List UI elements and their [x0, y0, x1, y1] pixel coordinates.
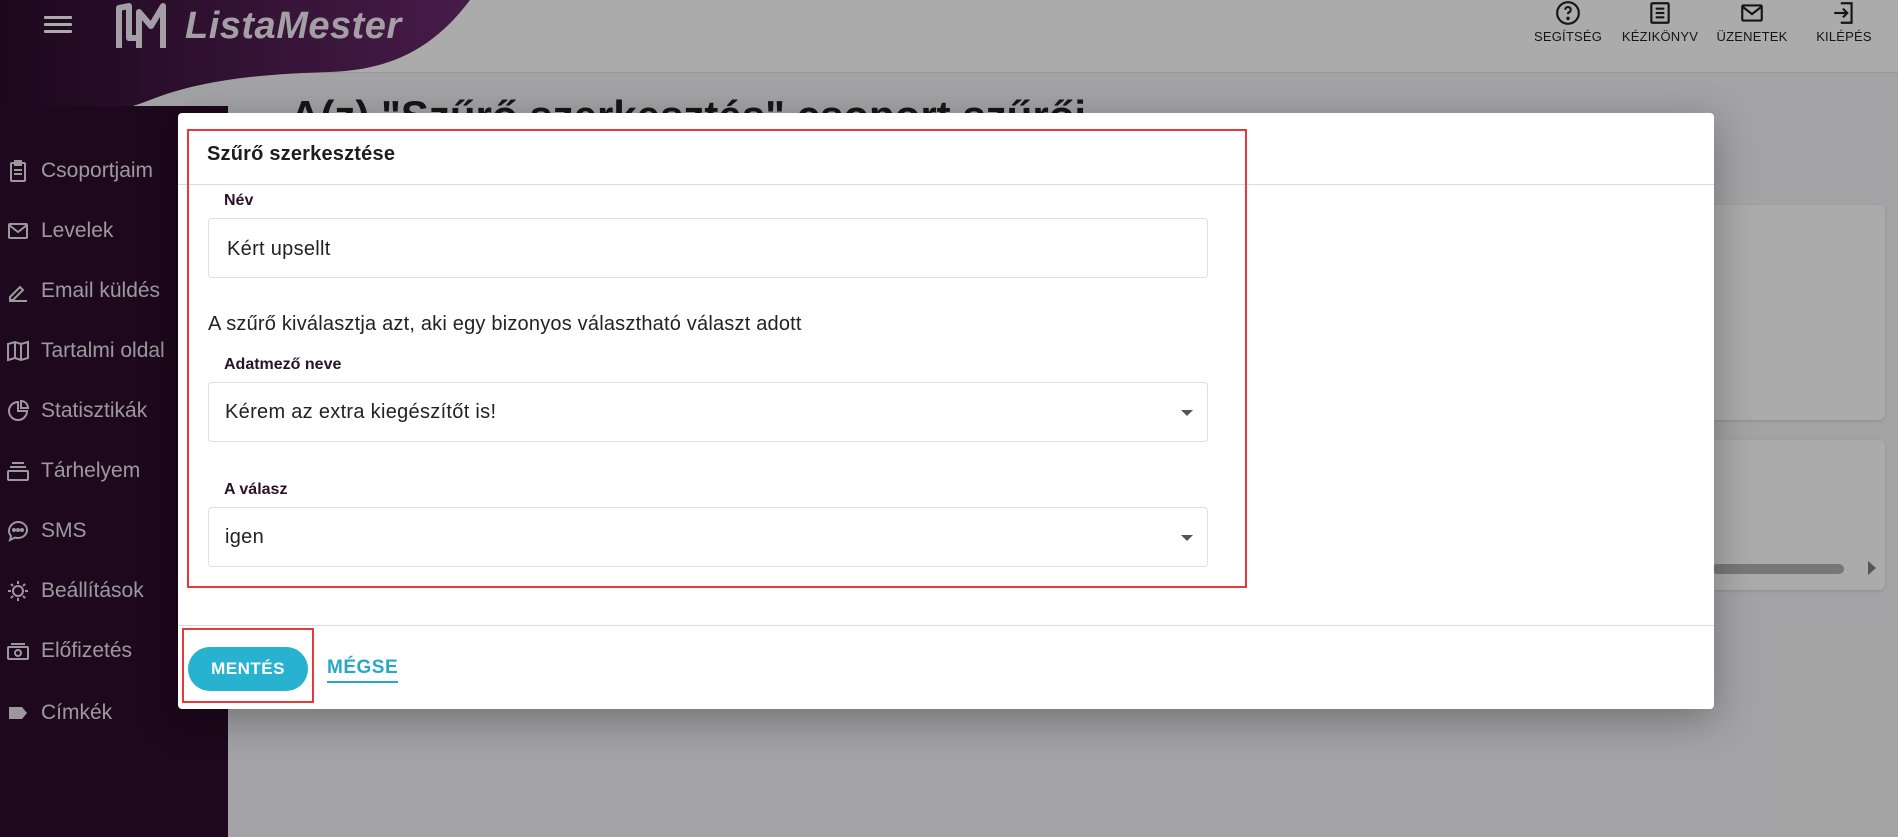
edit-filter-dialog: Szűrő szerkesztése Név A szűrő kiválaszt… [178, 113, 1714, 709]
background-scrollbar[interactable] [1712, 564, 1844, 574]
dialog-divider [178, 625, 1714, 626]
cancel-button[interactable]: MÉGSE [327, 657, 399, 683]
scroll-right-arrow-icon[interactable] [1868, 561, 1876, 575]
save-highlight-box [182, 628, 314, 703]
form-highlight-box [187, 129, 1247, 588]
